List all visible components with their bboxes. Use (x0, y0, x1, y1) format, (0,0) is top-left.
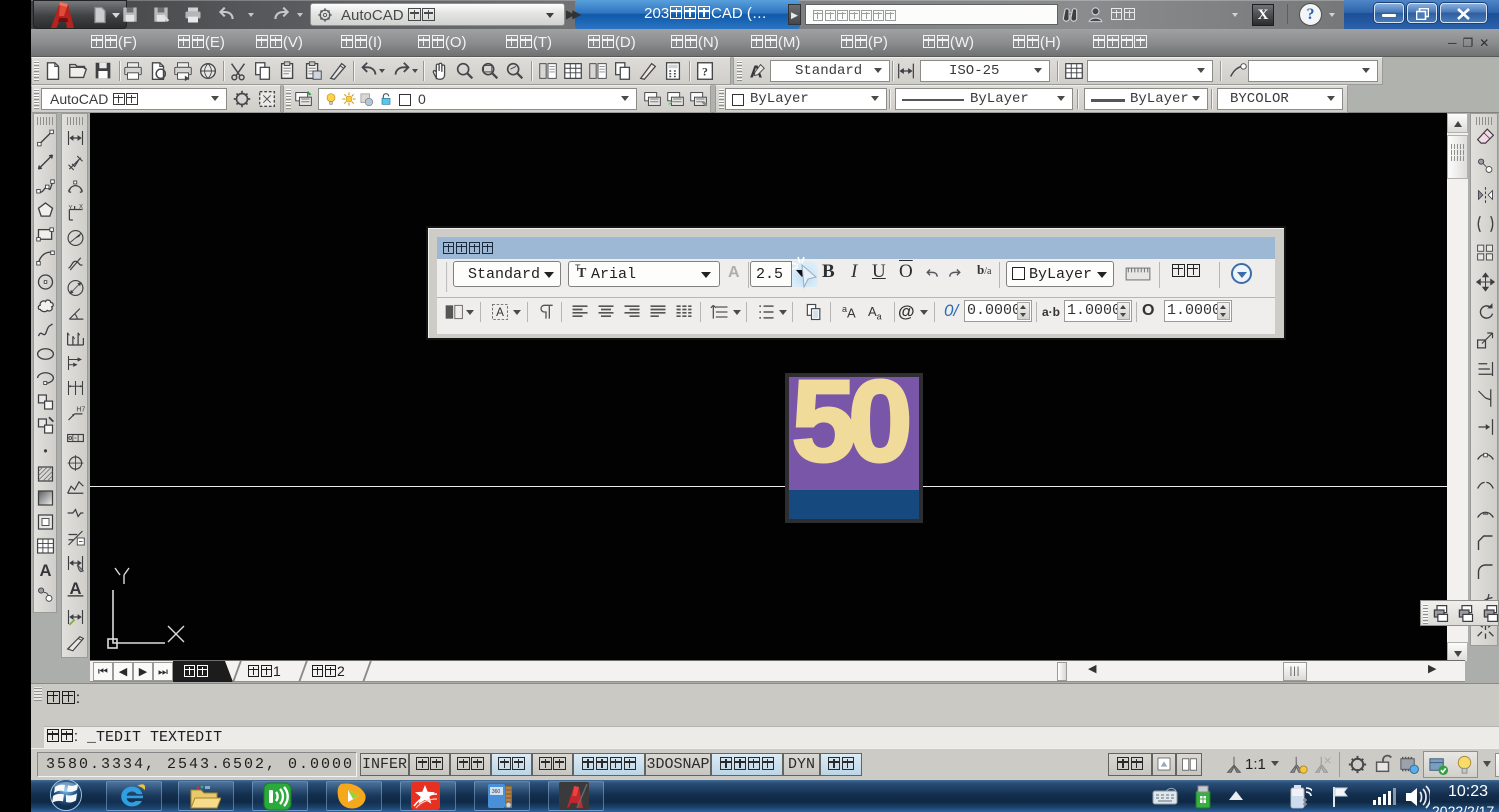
svg-text:X: X (79, 204, 83, 211)
svg-text:A: A (496, 306, 504, 319)
svg-text:Y: Y (69, 205, 73, 212)
svg-text:H7: H7 (76, 406, 85, 413)
svg-text:360: 360 (492, 789, 501, 795)
